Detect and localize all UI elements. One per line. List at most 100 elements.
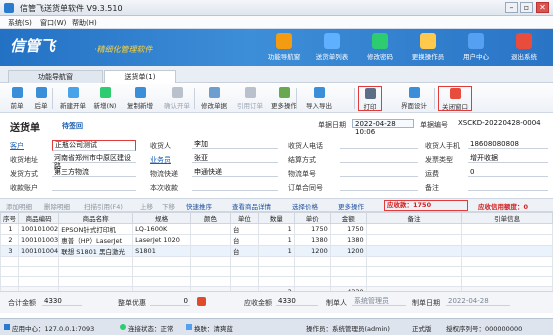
table-cell[interactable]: 3 [0, 245, 19, 257]
table-cell[interactable]: 惠普（HP）LaserJet [58, 234, 134, 246]
toolbar-prev-button[interactable]: 前单 [6, 86, 28, 111]
banner-button-3[interactable]: 更换操作员 [406, 32, 450, 66]
field-input-2[interactable]: 第三方物流 [52, 168, 136, 177]
column-header[interactable]: 单价 [293, 212, 331, 224]
toolbar-next-button[interactable]: 后单 [30, 86, 52, 111]
table-cell[interactable] [461, 223, 553, 235]
column-header[interactable]: 规格 [132, 212, 192, 224]
field-label-0[interactable]: 客户 [10, 141, 24, 151]
table-cell[interactable] [365, 223, 463, 235]
field-input-0[interactable]: 正瓶公司测试 [52, 140, 136, 151]
column-header[interactable]: 序号 [0, 212, 19, 224]
field-input-12[interactable]: 18608080808 [468, 140, 548, 149]
column-header[interactable]: 单位 [229, 212, 259, 224]
banner-button-2[interactable]: 修改密码 [358, 32, 402, 66]
field-input-13[interactable]: 增开收据 [468, 154, 548, 163]
menu-window[interactable]: 窗口(W) [40, 18, 66, 28]
table-row[interactable]: 3 100101004 联想 S1801 黑白激光 S1801 台 1 1200 1200 [0, 245, 553, 257]
table-row[interactable]: 1 100101002 EPSON针式打印机 LQ-1600K 台 1 1750 1750 [0, 223, 553, 235]
table-cell[interactable]: 1200 [293, 245, 331, 257]
table-cell[interactable]: 1 [257, 234, 295, 246]
table-cell[interactable] [190, 245, 231, 257]
calculator-icon[interactable] [197, 297, 206, 306]
banner-button-4[interactable]: 用户中心 [454, 32, 498, 66]
delete-detail-button[interactable]: 删除明细 [44, 201, 70, 211]
column-header[interactable]: 备注 [365, 212, 463, 224]
table-cell[interactable]: 100101002 [17, 223, 60, 235]
field-input-8[interactable] [340, 140, 418, 149]
select-price-button[interactable]: 选择价格 [292, 201, 318, 211]
scan-reference-button[interactable]: 扫描引用(F4) [84, 201, 123, 211]
toolbar-add-button[interactable]: 新增(N) [90, 86, 120, 111]
table-cell[interactable]: 1750 [293, 223, 331, 235]
tab-delivery-note[interactable]: 送货单(1) [104, 70, 176, 83]
table-cell[interactable] [365, 234, 463, 246]
move-down-button[interactable]: 下移 [162, 201, 175, 211]
table-cell[interactable]: 联想 S1801 黑白激光 [58, 245, 134, 257]
table-cell[interactable] [365, 245, 463, 257]
field-input-9[interactable] [340, 154, 418, 163]
table-cell[interactable]: 100101004 [17, 245, 60, 257]
move-up-button[interactable]: 上移 [140, 201, 153, 211]
field-input-5[interactable]: 张亚 [192, 154, 278, 163]
table-cell[interactable]: 1380 [293, 234, 331, 246]
toolbar-close-window-button[interactable]: 关闭窗口 [438, 86, 472, 111]
table-cell[interactable]: 1200 [329, 245, 367, 257]
toolbar-new-button[interactable]: 新建开单 [58, 86, 88, 111]
field-input-11[interactable] [340, 182, 418, 191]
banner-button-5[interactable]: 退出系统 [502, 32, 546, 66]
table-cell[interactable]: 1380 [329, 234, 367, 246]
table-row[interactable]: 2 100101003 惠普（HP）LaserJet LaserJet 1020 台 1 1… [0, 234, 553, 246]
grid-more-button[interactable]: 更多操作 [338, 201, 364, 211]
table-cell[interactable]: S1801 [132, 245, 192, 257]
toolbar-edit-button[interactable]: 修改单据 [198, 86, 230, 111]
column-header[interactable]: 商品名称 [58, 212, 134, 224]
table-cell[interactable]: 100101003 [17, 234, 60, 246]
field-input-10[interactable] [340, 168, 418, 177]
table-cell[interactable]: 台 [229, 223, 259, 235]
date-input[interactable]: 2022-04-28 10:06 [352, 119, 414, 136]
quick-sort-button[interactable]: 快速推序 [186, 201, 212, 211]
maximize-button[interactable]: ▫ [520, 2, 533, 13]
toolbar-design-button[interactable]: 界面设计 [396, 86, 432, 111]
field-input-4[interactable]: 李加 [192, 140, 278, 149]
field-input-15[interactable] [468, 182, 548, 191]
close-button[interactable]: ✕ [536, 2, 549, 13]
table-cell[interactable]: EPSON针式打印机 [58, 223, 134, 235]
toolbar-print-button[interactable]: 打印 [358, 86, 382, 111]
table-cell[interactable]: 1 [257, 245, 295, 257]
table-cell[interactable] [190, 234, 231, 246]
field-input-14[interactable]: 0 [468, 168, 548, 177]
menu-help[interactable]: 帮助(H) [72, 18, 97, 28]
banner-button-0[interactable]: 功能导航窗 [262, 32, 306, 66]
add-detail-button[interactable]: 添加明细 [6, 201, 32, 211]
discount-input[interactable]: 0 [150, 297, 190, 306]
toolbar-copy-button[interactable]: 复制新增 [124, 86, 156, 111]
tab-navigation[interactable]: 功能导航窗 [8, 70, 103, 83]
column-header[interactable]: 颜色 [190, 212, 231, 224]
theme-selector[interactable]: 换肤：清爽蓝 [194, 323, 233, 333]
table-cell[interactable]: 台 [229, 245, 259, 257]
table-cell[interactable]: 1750 [329, 223, 367, 235]
field-input-7[interactable] [192, 182, 278, 191]
banner-button-1[interactable]: 送货单列表 [310, 32, 354, 66]
field-input-6[interactable]: 申通快递 [192, 168, 278, 177]
toolbar-import-export-button[interactable]: 导入导出 [302, 86, 336, 111]
table-cell[interactable]: 1 [0, 223, 19, 235]
product-detail-button[interactable]: 查看商品详情 [232, 201, 271, 211]
table-cell[interactable] [461, 245, 553, 257]
field-input-1[interactable]: 河南省郑州市中原区建设路 [52, 154, 136, 170]
field-input-3[interactable] [52, 182, 136, 191]
table-cell[interactable] [190, 223, 231, 235]
column-header[interactable]: 引单信息 [461, 212, 553, 224]
table-cell[interactable]: LaserJet 1020 [132, 234, 192, 246]
column-header[interactable]: 商品编码 [17, 212, 60, 224]
minimize-button[interactable]: – [505, 2, 518, 13]
menu-system[interactable]: 系统(S) [8, 18, 32, 28]
table-cell[interactable]: 2 [0, 234, 19, 246]
table-cell[interactable]: 台 [229, 234, 259, 246]
table-cell[interactable]: LQ-1600K [132, 223, 192, 235]
table-cell[interactable]: 1 [257, 223, 295, 235]
field-label-5[interactable]: 业务员 [150, 155, 171, 165]
column-header[interactable]: 数量 [257, 212, 295, 224]
